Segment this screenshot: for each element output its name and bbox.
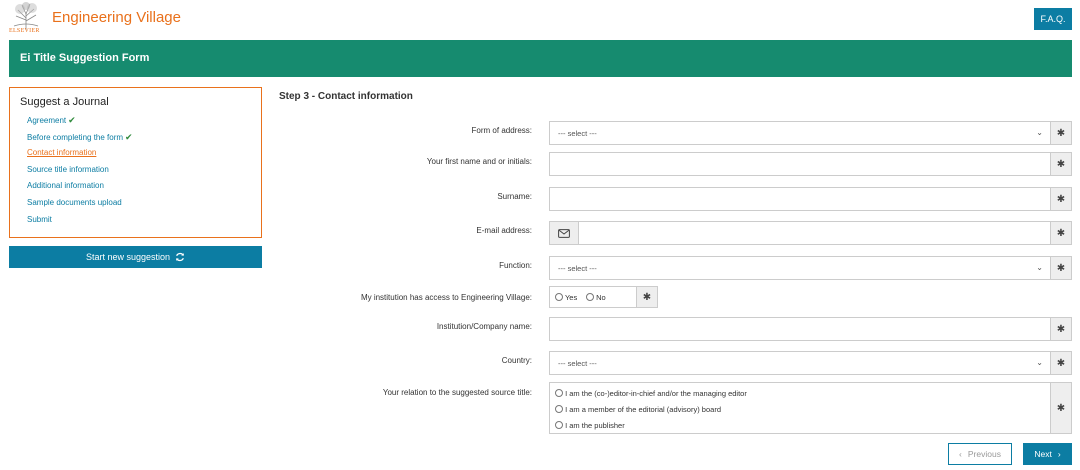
radio-circle-icon <box>555 405 563 413</box>
required-asterisk-icon: ✱ <box>1050 221 1072 245</box>
start-new-suggestion-button[interactable]: Start new suggestion <box>9 246 262 268</box>
step-title: Step 3 - Contact information <box>279 91 413 102</box>
email-input[interactable] <box>578 221 1051 245</box>
form-of-address-label: Form of address: <box>471 126 532 135</box>
institution-access-radio-group: Yes No <box>549 286 637 308</box>
email-addon <box>549 221 579 245</box>
chevron-down-icon: ⌄ <box>1036 263 1043 272</box>
country-select[interactable]: --- select --- ⌄ <box>549 351 1051 375</box>
radio-no[interactable]: No <box>586 293 606 302</box>
surname-label: Surname: <box>497 192 532 201</box>
sidebar-item-submit[interactable]: Submit <box>27 212 133 229</box>
country-label: Country: <box>501 356 532 365</box>
step-navigation-panel: Suggest a Journal Agreement ✔ Before comp… <box>9 87 262 238</box>
required-asterisk-icon: ✱ <box>1050 121 1072 145</box>
function-select[interactable]: --- select --- ⌄ <box>549 256 1051 280</box>
first-name-label: Your first name and or initials: <box>426 157 532 166</box>
radio-circle-icon <box>586 293 594 301</box>
previous-button[interactable]: ‹ Previous <box>948 443 1012 465</box>
radio-publisher[interactable]: I am the publisher <box>555 421 625 430</box>
required-asterisk-icon: ✱ <box>1050 317 1072 341</box>
elsevier-logo-text: ELSEVIER <box>9 28 40 34</box>
sidebar-item-agreement[interactable]: Agreement ✔ <box>27 112 133 129</box>
chevron-left-icon: ‹ <box>959 449 962 459</box>
required-asterisk-icon: ✱ <box>1050 256 1072 280</box>
radio-circle-icon <box>555 421 563 429</box>
form-title-bar: Ei Title Suggestion Form <box>9 40 1072 77</box>
function-label: Function: <box>499 261 532 270</box>
check-icon: ✔ <box>125 131 133 142</box>
faq-button[interactable]: F.A.Q. <box>1034 8 1072 30</box>
form-of-address-select[interactable]: --- select --- ⌄ <box>549 121 1051 145</box>
institution-access-label: My institution has access to Engineering… <box>360 293 532 302</box>
radio-editor-in-chief[interactable]: I am the (co-)editor-in-chief and/or the… <box>555 389 747 398</box>
relation-radio-group: I am the (co-)editor-in-chief and/or the… <box>549 382 1051 434</box>
sidebar-item-before-completing[interactable]: Before completing the form ✔ <box>27 129 133 146</box>
radio-circle-icon <box>555 293 563 301</box>
sidebar-item-source-title-information[interactable]: Source title information <box>27 162 133 179</box>
sidebar-item-sample-documents-upload[interactable]: Sample documents upload <box>27 195 133 212</box>
radio-circle-icon <box>555 389 563 397</box>
radio-editorial-board-member[interactable]: I am a member of the editorial (advisory… <box>555 405 721 414</box>
top-header: ELSEVIER Engineering Village F.A.Q. <box>0 0 1080 40</box>
relation-label: Your relation to the suggested source ti… <box>382 388 532 397</box>
step-list: Agreement ✔ Before completing the form ✔ C… <box>27 112 133 228</box>
required-asterisk-icon: ✱ <box>636 286 658 308</box>
email-label: E-mail address: <box>476 226 532 235</box>
institution-name-input[interactable] <box>549 317 1051 341</box>
required-asterisk-icon: ✱ <box>1050 152 1072 176</box>
check-icon: ✔ <box>68 115 76 125</box>
brand-title[interactable]: Engineering Village <box>52 9 181 26</box>
chevron-down-icon: ⌄ <box>1036 128 1043 137</box>
first-name-input[interactable] <box>549 152 1051 176</box>
required-asterisk-icon: ✱ <box>1050 187 1072 211</box>
institution-name-label: Institution/Company name: <box>436 322 532 331</box>
surname-input[interactable] <box>549 187 1051 211</box>
sidebar-heading: Suggest a Journal <box>20 96 109 108</box>
required-asterisk-icon: ✱ <box>1050 382 1072 434</box>
chevron-right-icon: › <box>1057 449 1061 459</box>
radio-yes[interactable]: Yes <box>555 293 577 302</box>
envelope-icon <box>558 228 570 238</box>
next-button[interactable]: Next › <box>1023 443 1072 465</box>
form-title: Ei Title Suggestion Form <box>20 52 150 64</box>
chevron-down-icon: ⌄ <box>1036 358 1043 367</box>
required-asterisk-icon: ✱ <box>1050 351 1072 375</box>
sidebar-item-contact-information[interactable]: Contact information <box>27 145 133 162</box>
sidebar-item-additional-information[interactable]: Additional information <box>27 178 133 195</box>
refresh-icon <box>176 252 185 262</box>
